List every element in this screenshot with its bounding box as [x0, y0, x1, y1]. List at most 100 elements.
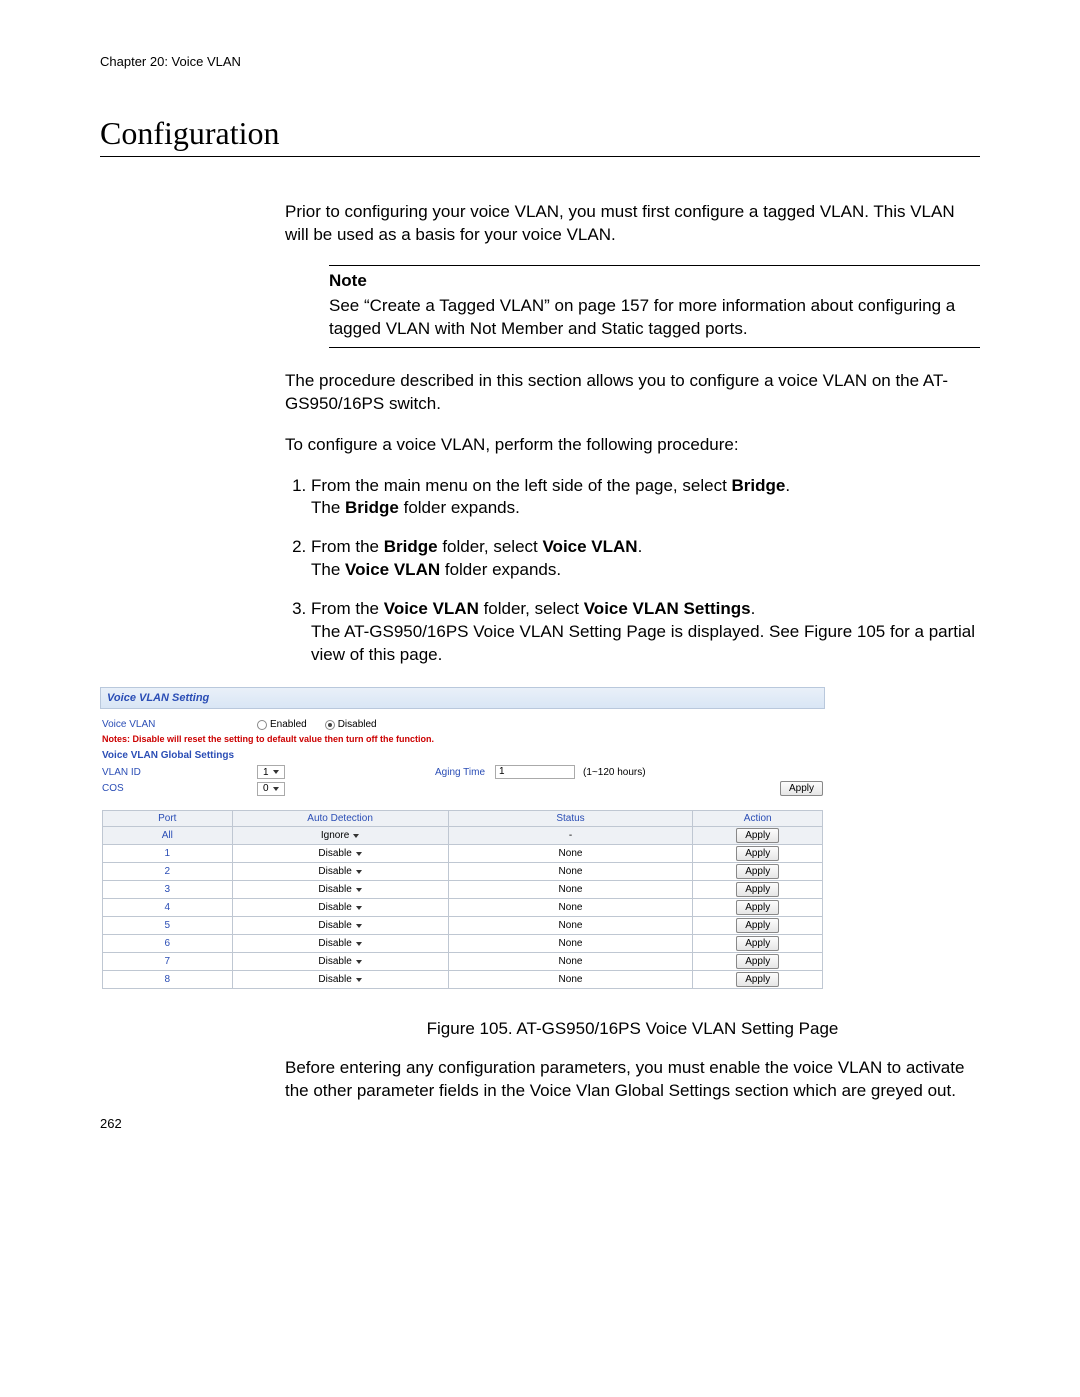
cell-action: Apply	[693, 953, 823, 971]
cell-status: None	[448, 863, 693, 881]
note-rule-top	[329, 265, 980, 266]
radio-enabled-label: Enabled	[270, 719, 307, 730]
cell-status: None	[448, 971, 693, 989]
title-rule	[100, 156, 980, 157]
auto-detection-select[interactable]: Disable	[318, 974, 361, 985]
cell-action: Apply	[693, 917, 823, 935]
note-block: Note See “Create a Tagged VLAN” on page …	[329, 265, 980, 348]
section-title: Configuration	[100, 115, 980, 152]
auto-detection-select[interactable]: Disable	[318, 956, 361, 967]
auto-detection-select[interactable]: Disable	[318, 848, 361, 859]
warning-text: Notes: Disable will reset the setting to…	[102, 734, 823, 744]
panel-title: Voice VLAN Setting	[100, 687, 825, 709]
col-port: Port	[103, 811, 233, 827]
chevron-down-icon	[356, 906, 362, 910]
cell-auto: Disable	[232, 845, 448, 863]
cell-port: 8	[103, 971, 233, 989]
vlan-id-label: VLAN ID	[102, 767, 257, 778]
intro-paragraph: Prior to configuring your voice VLAN, yo…	[285, 201, 980, 247]
step-2: From the Bridge folder, select Voice VLA…	[311, 536, 980, 582]
cell-status: None	[448, 935, 693, 953]
figure-caption: Figure 105. AT-GS950/16PS Voice VLAN Set…	[285, 1019, 980, 1039]
chevron-down-icon	[356, 978, 362, 982]
col-status: Status	[448, 811, 693, 827]
chevron-down-icon	[356, 870, 362, 874]
cell-action: Apply	[693, 827, 823, 845]
aging-time-label: Aging Time	[435, 767, 485, 778]
global-apply-button[interactable]: Apply	[780, 781, 823, 796]
row-apply-button[interactable]: Apply	[736, 954, 779, 969]
chevron-down-icon	[353, 834, 359, 838]
radio-enabled[interactable]	[257, 720, 267, 730]
cell-action: Apply	[693, 845, 823, 863]
row-apply-button[interactable]: Apply	[736, 972, 779, 987]
row-apply-button[interactable]: Apply	[736, 864, 779, 879]
step-3: From the Voice VLAN folder, select Voice…	[311, 598, 980, 667]
col-action: Action	[693, 811, 823, 827]
table-row: 2DisableNoneApply	[103, 863, 823, 881]
table-row: 8 Disable None Apply	[103, 971, 823, 989]
cell-action: Apply	[693, 971, 823, 989]
aging-time-input[interactable]: 1	[495, 765, 575, 779]
paragraph-after-note-1: The procedure described in this section …	[285, 370, 980, 416]
cell-port: All	[103, 827, 233, 845]
aging-time-hint: (1~120 hours)	[583, 767, 646, 778]
note-rule-bottom	[329, 347, 980, 348]
cell-auto: Disable	[232, 971, 448, 989]
cell-port: 4	[103, 899, 233, 917]
figure-screenshot: Voice VLAN Setting Voice VLAN Enabled Di…	[100, 687, 825, 995]
radio-disabled-label: Disabled	[338, 719, 377, 730]
cell-action: Apply	[693, 899, 823, 917]
chevron-down-icon	[356, 852, 362, 856]
step-1: From the main menu on the left side of t…	[311, 475, 980, 521]
cell-auto: Disable	[232, 953, 448, 971]
auto-detection-select[interactable]: Ignore	[321, 830, 359, 841]
procedure-steps: From the main menu on the left side of t…	[285, 475, 980, 668]
cell-status: -	[448, 827, 693, 845]
chevron-down-icon	[356, 942, 362, 946]
cell-action: Apply	[693, 881, 823, 899]
radio-disabled[interactable]	[325, 720, 335, 730]
row-apply-button[interactable]: Apply	[736, 882, 779, 897]
chevron-down-icon	[356, 924, 362, 928]
auto-detection-select[interactable]: Disable	[318, 884, 361, 895]
table-row: 3DisableNoneApply	[103, 881, 823, 899]
chevron-down-icon	[273, 770, 279, 774]
table-row: 5 Disable None Apply	[103, 917, 823, 935]
cell-auto: Ignore	[232, 827, 448, 845]
cos-label: COS	[102, 783, 257, 794]
row-apply-button[interactable]: Apply	[736, 936, 779, 951]
cell-status: None	[448, 881, 693, 899]
row-apply-button[interactable]: Apply	[736, 918, 779, 933]
cell-action: Apply	[693, 863, 823, 881]
auto-detection-select[interactable]: Disable	[318, 920, 361, 931]
table-row: 4 Disable None Apply	[103, 899, 823, 917]
paragraph-after-note-2: To configure a voice VLAN, perform the f…	[285, 434, 980, 457]
cell-auto: Disable	[232, 863, 448, 881]
row-apply-button[interactable]: Apply	[736, 846, 779, 861]
page-number: 262	[100, 1116, 122, 1131]
table-row: 7DisableNoneApply	[103, 953, 823, 971]
chevron-down-icon	[356, 960, 362, 964]
auto-detection-select[interactable]: Disable	[318, 938, 361, 949]
voice-vlan-label: Voice VLAN	[102, 719, 257, 730]
row-apply-button[interactable]: Apply	[736, 828, 779, 843]
vlan-id-select[interactable]: 1	[257, 765, 285, 779]
cell-status: None	[448, 917, 693, 935]
auto-detection-select[interactable]: Disable	[318, 866, 361, 877]
table-row-all: All Ignore - Apply	[103, 827, 823, 845]
table-row: 1 Disable None Apply	[103, 845, 823, 863]
cell-port: 1	[103, 845, 233, 863]
cell-auto: Disable	[232, 899, 448, 917]
cell-port: 5	[103, 917, 233, 935]
port-table: Port Auto Detection Status Action AllIgn…	[102, 810, 823, 989]
global-settings-heading: Voice VLAN Global Settings	[102, 750, 823, 761]
table-row: 6DisableNoneApply	[103, 935, 823, 953]
cell-status: None	[448, 845, 693, 863]
cell-status: None	[448, 899, 693, 917]
row-apply-button[interactable]: Apply	[736, 900, 779, 915]
cos-select[interactable]: 0	[257, 782, 285, 796]
cell-action: Apply	[693, 935, 823, 953]
auto-detection-select[interactable]: Disable	[318, 902, 361, 913]
cell-status: None	[448, 953, 693, 971]
